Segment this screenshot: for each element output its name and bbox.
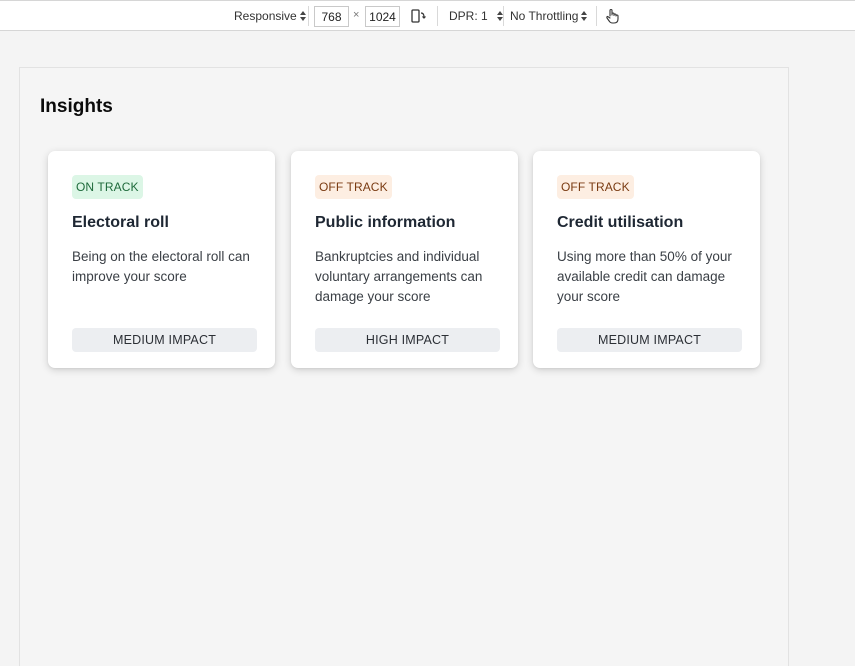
dpr-select[interactable]: DPR: 1 [449, 1, 503, 31]
status-badge: ON TRACK [72, 175, 143, 199]
height-input[interactable]: 1024 [365, 6, 400, 27]
card-description: Using more than 50% of your available cr… [557, 249, 732, 304]
insight-card-credit-utilisation[interactable]: OFF TRACK Credit utilisation Using more … [533, 151, 760, 368]
toolbar-divider [503, 6, 504, 26]
touch-simulation-icon [606, 8, 619, 24]
status-badge: OFF TRACK [315, 175, 392, 199]
viewport-frame: Insights ON TRACK Electoral roll Being o… [19, 67, 789, 666]
card-title: Credit utilisation [557, 214, 684, 231]
insight-card-electoral-roll[interactable]: ON TRACK Electoral roll Being on the ele… [48, 151, 275, 368]
card-description: Being on the electoral roll can improve … [72, 249, 250, 284]
select-arrows-icon [299, 11, 306, 21]
rotate-device-icon [411, 9, 426, 23]
select-arrows-icon [496, 11, 503, 21]
impact-label: MEDIUM IMPACT [557, 328, 742, 352]
device-select[interactable]: Responsive [234, 1, 306, 31]
width-value: 768 [321, 9, 342, 24]
status-badge: OFF TRACK [557, 175, 634, 199]
impact-label: HIGH IMPACT [315, 328, 500, 352]
card-title: Electoral roll [72, 214, 169, 231]
card-description: Bankruptcies and individual voluntary ar… [315, 249, 483, 304]
select-arrows-icon [581, 11, 588, 21]
toolbar-divider [596, 6, 597, 26]
dpr-label: DPR: 1 [449, 9, 488, 23]
devtools-responsive-toolbar: Responsive 768 × 1024 DPR: 1 No Throttli… [0, 0, 855, 31]
width-input[interactable]: 768 [314, 6, 349, 27]
page-title: Insights [40, 96, 113, 117]
device-select-label: Responsive [234, 9, 297, 23]
throttling-label: No Throttling [510, 9, 579, 23]
impact-label: MEDIUM IMPACT [72, 328, 257, 352]
throttling-select[interactable]: No Throttling [510, 1, 588, 31]
touch-simulation-button[interactable] [605, 1, 619, 31]
insight-card-public-information[interactable]: OFF TRACK Public information Bankruptcie… [291, 151, 518, 368]
rotate-device-button[interactable] [410, 1, 426, 31]
height-value: 1024 [369, 9, 396, 24]
dimension-separator: × [353, 9, 360, 21]
card-title: Public information [315, 214, 456, 231]
toolbar-divider [308, 6, 309, 26]
toolbar-divider [437, 6, 438, 26]
